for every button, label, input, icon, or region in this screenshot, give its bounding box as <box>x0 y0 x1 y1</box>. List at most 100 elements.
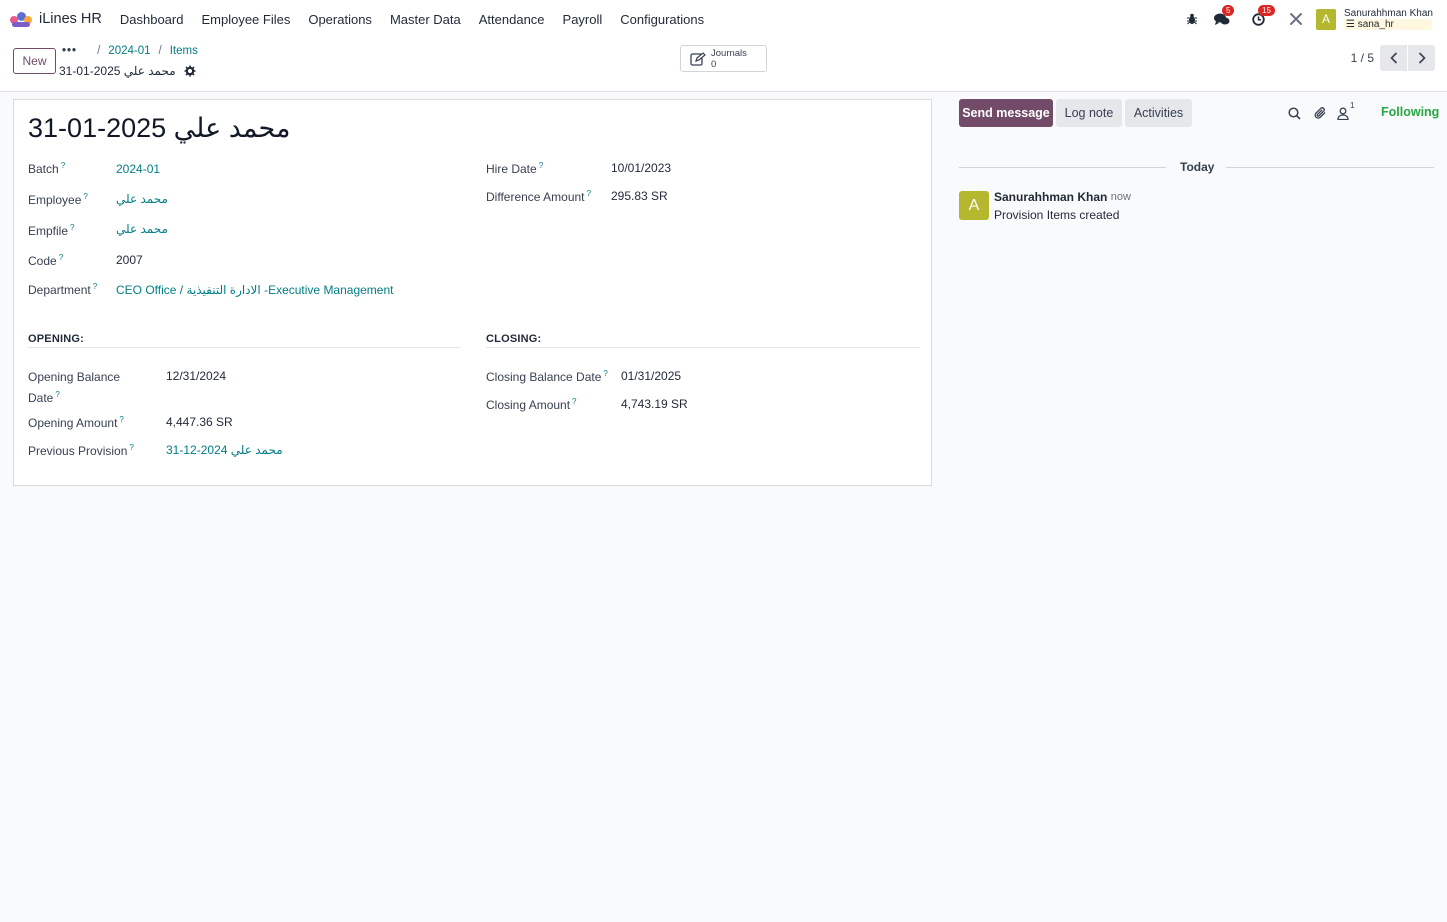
closing-balance-date-value[interactable]: 01/31/2025 <box>621 369 681 383</box>
send-message-button[interactable]: Send message <box>959 99 1053 127</box>
database-name: ☰ sana_hr <box>1344 19 1432 30</box>
message-avatar[interactable]: A <box>959 191 989 220</box>
closing-section-title: CLOSING: <box>486 333 542 345</box>
new-button[interactable]: New <box>13 48 56 74</box>
field-label: Empfile? <box>28 223 75 238</box>
field-closing-balance-date: Closing Balance Date? <box>486 369 608 384</box>
log-note-button[interactable]: Log note <box>1056 99 1122 127</box>
record-title[interactable]: محمد علي 2025-01-31 <box>28 113 290 144</box>
app-name: iLines HR <box>39 11 102 27</box>
section-divider <box>28 347 460 348</box>
menu-payroll[interactable]: Payroll <box>563 12 603 27</box>
field-batch: Batch? <box>28 161 65 176</box>
pager: 1 / 5 <box>1351 45 1447 71</box>
pager-next-button[interactable] <box>1408 45 1435 71</box>
pager-previous-button[interactable] <box>1380 45 1407 71</box>
previous-provision-value[interactable]: محمد علي 2024-12-31 <box>166 443 283 457</box>
menu-dashboard[interactable]: Dashboard <box>120 12 184 27</box>
menu-operations[interactable]: Operations <box>308 12 372 27</box>
help-icon[interactable]: ? <box>129 443 133 452</box>
paperclip-icon[interactable] <box>1311 104 1329 122</box>
following-button[interactable]: Following <box>1381 105 1439 119</box>
field-label: Previous Provision? <box>28 443 134 458</box>
clock-icon[interactable]: 15 <box>1248 5 1275 29</box>
chat-icon[interactable]: 5 <box>1212 5 1235 29</box>
empfile-value[interactable]: محمد علي <box>116 222 168 236</box>
activities-badge: 15 <box>1258 5 1275 16</box>
field-label: Batch? <box>28 161 66 176</box>
field-opening-balance-date: Opening Balance Date? <box>28 369 153 407</box>
menu-configurations[interactable]: Configurations <box>620 12 704 27</box>
employee-value[interactable]: محمد علي <box>116 192 168 206</box>
opening-amount-value[interactable]: 4,447.36 SR <box>166 415 233 429</box>
date-separator: Today <box>1180 160 1215 174</box>
breadcrumb: ••• / 2024-01 / Items <box>62 45 198 57</box>
user-avatar[interactable]: A <box>1316 8 1336 30</box>
help-icon[interactable]: ? <box>70 223 74 232</box>
breadcrumb-items[interactable]: Items <box>170 45 198 57</box>
help-icon[interactable]: ? <box>55 390 59 399</box>
field-employee: Employee? <box>28 192 88 207</box>
user-menu[interactable]: Sanurahhman Khan ☰ sana_hr <box>1344 8 1433 30</box>
help-icon[interactable]: ? <box>61 161 65 170</box>
user-name: Sanurahhman Khan <box>1344 8 1433 19</box>
journals-count: 0 <box>711 58 717 70</box>
edit-icon <box>690 51 706 66</box>
journals-label: Journals <box>711 47 747 59</box>
message-author[interactable]: Sanurahhman Khan <box>994 190 1107 204</box>
breadcrumb-batch[interactable]: 2024-01 <box>108 45 150 57</box>
gear-icon[interactable] <box>184 65 196 77</box>
database-icon: ☰ <box>1346 19 1355 30</box>
code-value[interactable]: 2007 <box>116 253 143 267</box>
field-previous-provision: Previous Provision? <box>28 443 134 458</box>
opening-section-title: OPENING: <box>28 333 84 345</box>
menu-employee-files[interactable]: Employee Files <box>201 12 290 27</box>
section-divider <box>486 347 920 348</box>
menu-master-data[interactable]: Master Data <box>390 12 461 27</box>
field-hire-date: Hire Date? <box>486 161 543 176</box>
form-sheet: محمد علي 2025-01-31 Batch? 2024-01 Emplo… <box>13 99 932 486</box>
field-empfile: Empfile? <box>28 223 74 238</box>
field-department: Department? <box>28 282 97 297</box>
app-logo-icon <box>10 11 32 27</box>
search-icon[interactable] <box>1285 104 1303 122</box>
help-icon[interactable]: ? <box>119 415 123 424</box>
tools-icon[interactable] <box>1286 9 1306 29</box>
field-label: Department? <box>28 282 98 297</box>
field-label: Code? <box>28 253 64 268</box>
activities-button[interactable]: Activities <box>1125 99 1192 127</box>
date-divider-line <box>959 167 1166 168</box>
field-label: Closing Amount? <box>486 397 577 412</box>
help-icon[interactable]: ? <box>59 253 63 262</box>
help-icon[interactable]: ? <box>572 397 576 406</box>
help-icon[interactable]: ? <box>93 282 97 291</box>
closing-amount-value[interactable]: 4,743.19 SR <box>621 397 688 411</box>
chevron-right-icon <box>1418 52 1426 64</box>
field-label: Opening Amount? <box>28 415 124 430</box>
date-divider-line <box>1226 167 1434 168</box>
difference-amount-value[interactable]: 295.83 SR <box>611 189 668 203</box>
help-icon[interactable]: ? <box>603 369 607 378</box>
systray: 5 15 A Sanurahhman Khan ☰ sana_hr <box>1174 0 1447 38</box>
department-value[interactable]: CEO Office / الادارة التنفيذية -Executiv… <box>116 283 393 297</box>
breadcrumb-more-icon[interactable]: ••• <box>62 45 77 57</box>
help-icon[interactable]: ? <box>539 161 543 170</box>
opening-balance-date-value[interactable]: 12/31/2024 <box>166 369 226 383</box>
field-label: Hire Date? <box>486 161 544 176</box>
field-opening-amount: Opening Amount? <box>28 415 124 430</box>
help-icon[interactable]: ? <box>587 189 591 198</box>
journals-smart-button[interactable]: Journals 0 <box>680 45 767 72</box>
field-label: Closing Balance Date? <box>486 369 608 384</box>
brand[interactable]: iLines HR <box>10 11 120 27</box>
follower-count: 1 <box>1350 101 1355 110</box>
help-icon[interactable]: ? <box>83 192 87 201</box>
bug-icon[interactable] <box>1182 9 1202 29</box>
menu-attendance[interactable]: Attendance <box>479 12 545 27</box>
field-label: Difference Amount? <box>486 189 591 204</box>
hire-date-value[interactable]: 10/01/2023 <box>611 161 671 175</box>
pager-value[interactable]: 1 / 5 <box>1351 51 1374 65</box>
breadcrumb-separator: / <box>158 45 162 57</box>
message-body: Provision Items created <box>994 208 1120 222</box>
batch-value[interactable]: 2024-01 <box>116 162 160 176</box>
breadcrumb-separator: / <box>97 45 101 57</box>
